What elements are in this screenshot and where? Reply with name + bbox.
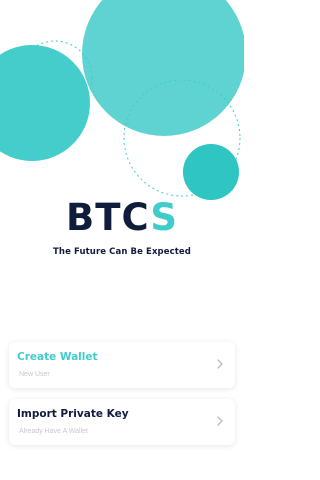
brand-slogan: The Future Can Be Expected [53,247,191,257]
logo-letter-t: T [95,196,122,239]
import-private-key-subtitle: Already Have A Wallet [19,428,88,435]
small-teal-circle [183,144,239,200]
teal-circle-left [0,45,90,161]
chevron-right-icon [217,416,223,426]
import-private-key-title: Import Private Key [17,408,129,420]
large-teal-circle-top-right [82,0,244,136]
create-wallet-title: Create Wallet [17,351,98,363]
logo-letter-b: B [66,196,96,239]
brand-logo: BTCS [0,196,244,240]
logo-letter-s: S [150,196,178,239]
create-wallet-subtitle: New User [19,371,50,378]
create-wallet-card[interactable]: Create Wallet New User [9,342,235,388]
decorative-circles [0,0,244,200]
import-private-key-card[interactable]: Import Private Key Already Have A Wallet [9,399,235,445]
chevron-right-icon [217,359,223,369]
logo-letter-c: C [121,196,151,239]
